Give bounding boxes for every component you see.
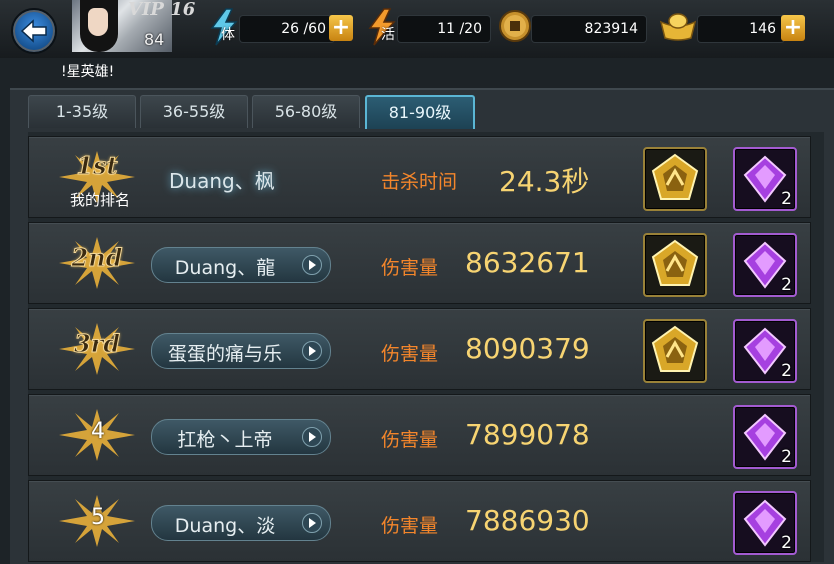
player-name-label: Duang、淡 xyxy=(174,515,276,537)
player-name-label: 蛋蛋的痛与乐 xyxy=(167,343,282,365)
vip-badge: VIP 16 xyxy=(128,0,196,20)
rank-label: 1st xyxy=(76,151,118,181)
gold-value: 146 xyxy=(749,21,776,37)
stamina-value: 26 /60 xyxy=(281,21,326,37)
back-arrow-icon xyxy=(20,19,47,43)
reward-purple-item[interactable]: 2 xyxy=(733,147,797,211)
chevron-right-icon xyxy=(302,427,322,447)
metric-label: 击杀时间 xyxy=(381,171,458,193)
player-name-button[interactable]: Duang、龍 xyxy=(151,247,331,283)
tab-level-1-35[interactable]: 1-35级 xyxy=(28,95,136,128)
gold-medal-icon xyxy=(651,325,699,372)
tab-level-36-55[interactable]: 36-55级 xyxy=(140,95,248,128)
my-rank-caption: 我的排名 xyxy=(69,191,130,209)
chevron-right-icon xyxy=(302,341,322,361)
player-name-label: 扛枪丶上帝 xyxy=(177,429,273,451)
reward-gold-item[interactable] xyxy=(643,233,707,297)
chevron-right-icon xyxy=(302,513,322,533)
coin-counter: 823914 xyxy=(532,16,646,42)
rank-row: 2nd Duang、龍 伤害量 8632671 2 xyxy=(28,222,811,304)
reward-count: 2 xyxy=(781,533,792,553)
metric-value: 7899078 xyxy=(465,418,590,451)
coin-value: 823914 xyxy=(584,21,638,37)
rank-row: 3rd 蛋蛋的痛与乐 伤害量 8090379 2 xyxy=(28,308,811,390)
rank-label: 5 xyxy=(91,505,105,530)
metric-label: 伤害量 xyxy=(381,429,439,451)
chevron-right-icon xyxy=(302,255,322,275)
reward-purple-item[interactable]: 2 xyxy=(733,491,797,555)
reward-gold-item[interactable] xyxy=(643,147,707,211)
player-name-button[interactable]: 扛枪丶上帝 xyxy=(151,419,331,455)
ranking-list: 1st 我的排名 Duang、枫 击杀时间 24.3秒 2 2nd Duang、… xyxy=(28,132,824,562)
gold-medal-icon xyxy=(651,153,699,200)
energy-label: 活 xyxy=(381,27,395,43)
coin-icon xyxy=(499,10,531,42)
reward-count: 2 xyxy=(781,189,792,209)
reward-count: 2 xyxy=(781,447,792,467)
tab-level-56-80[interactable]: 56-80级 xyxy=(252,95,360,128)
gold-ingot-icon xyxy=(659,13,697,41)
player-name-label: Duang、龍 xyxy=(174,257,276,279)
metric-value: 24.3秒 xyxy=(499,165,590,198)
player-level: 84 xyxy=(144,30,165,49)
energy-counter: 11 /20 xyxy=(398,16,490,42)
rank-label: 2nd xyxy=(71,243,123,273)
avatar-face xyxy=(88,8,108,36)
rank-row: 4 扛枪丶上帝 伤害量 7899078 2 xyxy=(28,394,811,476)
my-player-name: Duang、枫 xyxy=(169,169,275,193)
player-name-button[interactable]: 蛋蛋的痛与乐 xyxy=(151,333,331,369)
rank-row: 5 Duang、淡 伤害量 7886930 2 xyxy=(28,480,811,562)
reward-gold-item[interactable] xyxy=(643,319,707,383)
metric-label: 伤害量 xyxy=(381,343,439,365)
reward-count: 2 xyxy=(781,361,792,381)
gold-medal-icon xyxy=(651,239,699,286)
metric-label: 伤害量 xyxy=(381,515,439,537)
add-gold-button[interactable]: + xyxy=(781,15,805,41)
rank-label: 4 xyxy=(91,419,105,444)
metric-value: 7886930 xyxy=(465,504,590,537)
gold-counter: 146 xyxy=(698,16,784,42)
metric-value: 8090379 xyxy=(465,332,590,365)
my-rank-row: 1st 我的排名 Duang、枫 击杀时间 24.3秒 2 xyxy=(28,136,811,218)
reward-purple-item[interactable]: 2 xyxy=(733,405,797,469)
player-name-button[interactable]: Duang、淡 xyxy=(151,505,331,541)
back-button[interactable] xyxy=(11,8,57,54)
energy-value: 11 /20 xyxy=(437,21,482,37)
rank-label: 3rd xyxy=(73,329,121,359)
reward-purple-item[interactable]: 2 xyxy=(733,319,797,383)
stamina-label: 体 xyxy=(221,27,235,43)
top-resource-bar: VIP 16 84 体 26 /60 + 活 11 /20 823914 146… xyxy=(0,0,834,58)
reward-count: 2 xyxy=(781,275,792,295)
stamina-counter: 26 /60 xyxy=(240,16,334,42)
add-stamina-button[interactable]: + xyxy=(329,15,353,41)
metric-label: 伤害量 xyxy=(381,257,439,279)
reward-purple-item[interactable]: 2 xyxy=(733,233,797,297)
player-name: !星英雄! xyxy=(61,64,115,80)
metric-value: 8632671 xyxy=(465,246,590,279)
tab-level-81-90[interactable]: 81-90级 xyxy=(365,95,475,129)
